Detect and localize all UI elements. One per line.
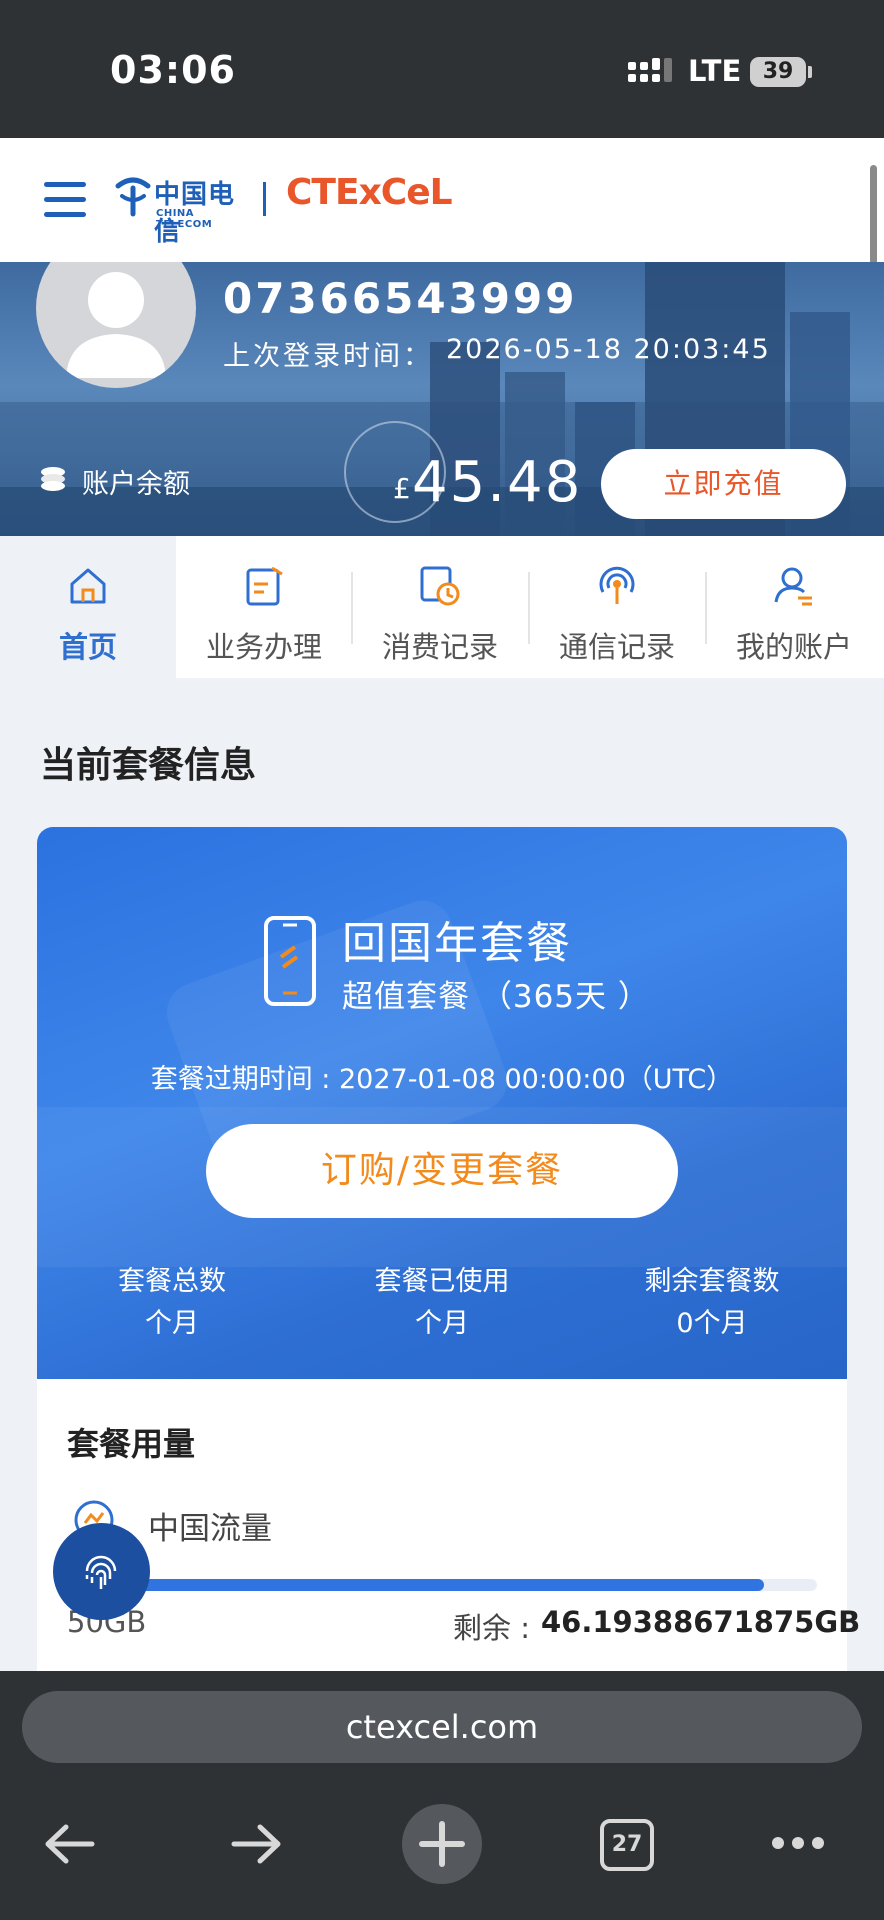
site-header: 中国电信 CHINA TELECOM CTExCeL — [0, 138, 884, 262]
usage-progress-bar — [117, 1579, 817, 1591]
browser-toolbar: ctexcel.com 27 — [0, 1671, 884, 1920]
china-telecom-logo[interactable]: 中国电信 CHINA TELECOM — [114, 174, 254, 247]
usage-remain-label: 剩余 : — [453, 1611, 530, 1645]
stat-remaining: 剩余套餐数 0个月 — [577, 1261, 847, 1345]
battery-tip — [808, 66, 812, 78]
usage-progress-fill — [117, 1579, 764, 1591]
stat-value: 0个月 — [676, 1308, 748, 1339]
bill-clock-icon — [420, 566, 460, 606]
nav-label: 通信记录 — [558, 630, 675, 664]
package-card: 回国年套餐 超值套餐 （365天 ） 套餐过期时间 : 2027-01-08 0… — [37, 827, 847, 1379]
nav-tab-communication[interactable]: 通信记录 — [529, 536, 705, 678]
nav-label: 我的账户 — [735, 630, 852, 664]
nav-tab-account[interactable]: 我的账户 — [706, 536, 882, 678]
main-nav: 首页 业务办理 消费记录 通信记录 我的账户 — [0, 536, 884, 678]
fingerprint-icon — [85, 1555, 117, 1589]
status-bar: 03:06 LTE 39 — [0, 0, 884, 138]
package-name: 回国年套餐 — [342, 918, 572, 969]
mobile-phone-icon — [264, 916, 316, 1006]
package-subtitle: 超值套餐 （365天 ） — [342, 979, 650, 1015]
address-bar[interactable]: ctexcel.com — [22, 1691, 862, 1763]
user-icon — [774, 567, 812, 606]
stat-label: 剩余套餐数 — [644, 1266, 780, 1297]
stat-used: 套餐已使用 个月 — [307, 1261, 577, 1345]
stat-label: 套餐总数 — [118, 1266, 226, 1297]
stat-value: 个月 — [415, 1308, 469, 1339]
signal-strength-icon — [628, 58, 672, 82]
tab-switcher-button[interactable]: 27 — [600, 1819, 654, 1871]
logo-separator — [263, 182, 266, 216]
phone-number: 07366543999 — [223, 274, 578, 323]
home-icon — [70, 568, 106, 604]
ctexcel-logo[interactable]: CTExCeL — [286, 172, 453, 213]
package-expire: 套餐过期时间 : 2027-01-08 00:00:00（UTC） — [37, 1057, 847, 1096]
nav-tab-home[interactable]: 首页 — [0, 536, 176, 678]
topup-button[interactable]: 立即充值 — [601, 449, 846, 519]
last-login-label: 上次登录时间： — [223, 341, 433, 372]
expire-time: 2027-01-08 00:00:00（UTC） — [338, 1064, 734, 1095]
new-tab-button[interactable] — [402, 1804, 482, 1884]
stat-total: 套餐总数 个月 — [37, 1261, 307, 1345]
hamburger-menu-icon[interactable] — [44, 182, 86, 218]
account-banner: 07366543999 上次登录时间： 2026-05-18 20:03:45 … — [0, 262, 884, 536]
stat-value: 个月 — [145, 1308, 199, 1339]
network-type: LTE — [688, 54, 742, 88]
usage-remain-value: 46.19388671875GB — [541, 1605, 861, 1639]
usage-title: 套餐用量 — [67, 1425, 196, 1463]
stat-label: 套餐已使用 — [374, 1266, 510, 1297]
fingerprint-button[interactable] — [53, 1523, 150, 1620]
change-package-button[interactable]: 订购/变更套餐 — [206, 1124, 678, 1218]
balance-amount: 45.48 — [412, 450, 583, 515]
usage-item-name: 中国流量 — [148, 1511, 272, 1547]
nav-label: 首页 — [58, 630, 117, 664]
package-section-title: 当前套餐信息 — [40, 745, 257, 786]
battery-icon: 39 — [750, 57, 806, 87]
forward-arrow-icon[interactable] — [228, 1821, 284, 1867]
balance-label: 账户余额 — [82, 469, 190, 500]
back-arrow-icon[interactable] — [42, 1821, 98, 1867]
signal-tower-icon — [599, 566, 635, 604]
currency-symbol: £ — [393, 472, 411, 505]
coins-icon — [41, 467, 65, 491]
nav-tab-services[interactable]: 业务办理 — [176, 536, 352, 678]
last-login-time: 2026-05-18 20:03:45 — [446, 334, 771, 365]
nav-label: 业务办理 — [205, 630, 322, 664]
status-time: 03:06 — [110, 48, 236, 92]
china-telecom-emblem-icon — [115, 177, 151, 217]
plus-icon — [419, 1821, 465, 1867]
edit-document-icon — [246, 566, 283, 606]
usage-card: 套餐用量 中国流量 50GB 剩余 : 46.19388671875GB — [37, 1379, 860, 1671]
more-options-icon[interactable] — [770, 1831, 826, 1855]
expire-label: 套餐过期时间 : — [150, 1064, 331, 1095]
logo-text-en: CHINA TELECOM — [156, 208, 213, 230]
nav-label: 消费记录 — [381, 630, 498, 664]
nav-tab-billing[interactable]: 消费记录 — [352, 536, 528, 678]
